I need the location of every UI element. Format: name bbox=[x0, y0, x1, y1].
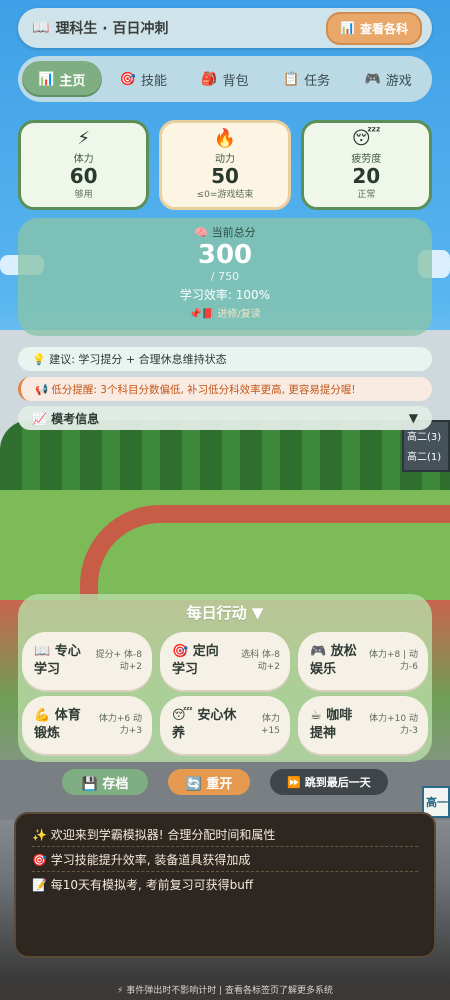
daily-actions-panel: 每日行动 ▼ 📖 专心学习 提分+ 体-8 动+2 🎯 定向学习 选科 体-8 … bbox=[18, 594, 432, 762]
book-icon: 📖 bbox=[34, 644, 51, 659]
stamina-card: ⚡ 体力 60 够用 bbox=[18, 120, 150, 210]
tab-home[interactable]: 📊 主页 bbox=[22, 61, 102, 97]
score-label: 🧠 当前总分 bbox=[18, 224, 432, 240]
stat-sub: ≤0=游戏结束 bbox=[196, 190, 254, 200]
stat-label: 动力 bbox=[214, 154, 235, 165]
footer-hint: ⚡ 事件弹出时不影响计时 | 查看各标签页了解更多系统 bbox=[0, 982, 450, 1000]
running-track bbox=[80, 505, 450, 600]
tab-label: 主页 bbox=[59, 73, 86, 89]
action-effect: 体力+8 | 动力-6 bbox=[368, 650, 418, 672]
stat-label: 体力 bbox=[73, 154, 94, 165]
stat-value: 20 bbox=[352, 164, 381, 188]
action-name: 😴 安心休养 bbox=[172, 707, 245, 743]
action-name: 💪 体育锻炼 bbox=[34, 707, 91, 743]
app-title: 📖 理科生 · 百日冲刺 bbox=[32, 18, 169, 38]
tab-label: 技能 bbox=[140, 73, 167, 89]
tab-games[interactable]: 🎮 游戏 bbox=[348, 61, 428, 97]
game-controls: 💾 存档 🔄 重开 ⏩ 跳到最后一天 bbox=[62, 768, 392, 796]
muscle-icon: 💪 bbox=[34, 708, 51, 723]
stat-label: 疲劳度 bbox=[351, 154, 382, 165]
action-effect: 体力+10 动力-3 bbox=[369, 714, 418, 736]
action-effect: 提分+ 体-8 动+2 bbox=[95, 650, 142, 672]
clipboard-icon: 📋 bbox=[282, 71, 300, 87]
action-rest[interactable]: 😴 安心休养 体力+15 bbox=[160, 696, 290, 754]
target-icon: 🎯 bbox=[119, 71, 136, 87]
save-button[interactable]: 💾 存档 bbox=[62, 769, 148, 795]
action-name: 🎮 放松娱乐 bbox=[310, 643, 366, 679]
stat-sub: 正常 bbox=[357, 190, 376, 200]
board-line-2: 高二(1) bbox=[407, 452, 442, 463]
score-panel: 🧠 当前总分 300 / 750 学习效率: 100% 📌📕 进修/复读 bbox=[18, 218, 432, 336]
stat-sub: 够用 bbox=[74, 190, 93, 200]
skip-to-last-day-button[interactable]: ⏩ 跳到最后一天 bbox=[270, 769, 388, 795]
log-entry: 📝 每10天有模拟考, 考前复习可获得buff bbox=[32, 878, 254, 892]
tab-skills[interactable]: 🎯 技能 bbox=[104, 61, 184, 97]
event-log: ✨ 欢迎来到学霸模拟器! 合理分配时间和属性 🎯 学习技能提升效率, 装备道具获… bbox=[14, 812, 436, 958]
retake-link[interactable]: 📌📕 进修/复读 bbox=[18, 305, 432, 320]
backpack-icon: 🎒 bbox=[201, 71, 218, 87]
gamepad-icon: 🎮 bbox=[364, 71, 381, 87]
header-bar: 📖 理科生 · 百日冲刺 📊 查看各科 bbox=[18, 8, 432, 48]
restart-button[interactable]: 🔄 重开 bbox=[168, 769, 250, 795]
action-effect: 体力+6 动力+3 bbox=[98, 714, 142, 736]
fire-icon: 🔥 bbox=[213, 128, 237, 149]
coffee-icon: ☕ bbox=[310, 708, 322, 723]
action-exercise[interactable]: 💪 体育锻炼 体力+6 动力+3 bbox=[22, 696, 152, 754]
action-name: 🎯 定向学习 bbox=[172, 643, 229, 679]
tab-label: 任务 bbox=[304, 73, 331, 89]
daily-actions-title[interactable]: 每日行动 ▼ bbox=[22, 602, 428, 628]
brain-icon: 🧠 bbox=[194, 226, 209, 239]
tree-line bbox=[0, 420, 450, 490]
chart-icon: 📊 bbox=[38, 71, 55, 87]
sleepy-icon: 😴 bbox=[172, 708, 193, 723]
chevron-down-icon: ▼ bbox=[408, 411, 418, 425]
tab-label: 背包 bbox=[222, 73, 249, 89]
fatigue-card: 😴 疲劳度 20 正常 bbox=[300, 120, 432, 210]
action-effect: 体力+15 bbox=[261, 714, 280, 736]
target-icon: 🎯 bbox=[172, 644, 189, 659]
total-score: 300 bbox=[197, 240, 253, 270]
stat-value: 50 bbox=[211, 164, 239, 188]
sleepy-icon: 😴 bbox=[351, 128, 381, 149]
tab-backpack[interactable]: 🎒 背包 bbox=[185, 61, 265, 97]
tab-tasks[interactable]: 📋 任务 bbox=[267, 61, 347, 97]
mock-exam-label: 📈 模考信息 bbox=[32, 411, 100, 426]
tab-label: 游戏 bbox=[385, 73, 412, 89]
log-entry: 🎯 学习技能提升效率, 装备道具获得加成 bbox=[32, 847, 418, 872]
gamepad-icon: 🎮 bbox=[310, 644, 327, 659]
stat-value: 60 bbox=[69, 164, 98, 188]
chart-icon: 📊 bbox=[340, 21, 355, 35]
low-score-warning: 📢 低分提醒: 3个科目分数偏低, 补习低分科效率更高, 更容易提分喔! bbox=[18, 377, 432, 401]
book-icon: 📖 bbox=[32, 20, 50, 36]
log-entry: ✨ 欢迎来到学霸模拟器! 合理分配时间和属性 bbox=[32, 822, 418, 847]
action-name: 📖 专心学习 bbox=[34, 643, 88, 679]
app-title-text: 理科生 · 百日冲刺 bbox=[55, 21, 169, 37]
score-label-text: 当前总分 bbox=[211, 226, 256, 239]
study-efficiency: 学习效率: 100% bbox=[179, 288, 271, 302]
action-name: ☕ 咖啡提神 bbox=[310, 707, 365, 743]
mock-exam-toggle[interactable]: 📈 模考信息 ▼ bbox=[18, 406, 432, 430]
motivation-card: 🔥 动力 50 ≤0=游戏结束 bbox=[159, 120, 291, 210]
lightning-icon: ⚡ bbox=[77, 128, 90, 149]
action-relax[interactable]: 🎮 放松娱乐 体力+8 | 动力-6 bbox=[298, 632, 428, 690]
action-grid: 📖 专心学习 提分+ 体-8 动+2 🎯 定向学习 选科 体-8 动+2 🎮 放… bbox=[22, 628, 428, 754]
action-coffee[interactable]: ☕ 咖啡提神 体力+10 动力-3 bbox=[298, 696, 428, 754]
board-line-1: 高二(3) bbox=[407, 432, 442, 443]
stat-cards: ⚡ 体力 60 够用 🔥 动力 50 ≤0=游戏结束 😴 疲劳度 20 正常 bbox=[18, 120, 432, 210]
max-score: / 750 bbox=[210, 270, 240, 283]
advice-banner: 💡 建议: 学习提分 + 合理休息维持状态 bbox=[18, 347, 432, 371]
action-targeted-study[interactable]: 🎯 定向学习 选科 体-8 动+2 bbox=[160, 632, 290, 690]
view-subjects-button[interactable]: 📊 查看各科 bbox=[326, 11, 422, 45]
main-nav: 📊 主页 🎯 技能 🎒 背包 📋 任务 🎮 游戏 bbox=[18, 56, 432, 102]
view-subjects-label: 查看各科 bbox=[359, 21, 408, 36]
action-focus-study[interactable]: 📖 专心学习 提分+ 体-8 动+2 bbox=[22, 632, 152, 690]
action-effect: 选科 体-8 动+2 bbox=[241, 650, 280, 672]
